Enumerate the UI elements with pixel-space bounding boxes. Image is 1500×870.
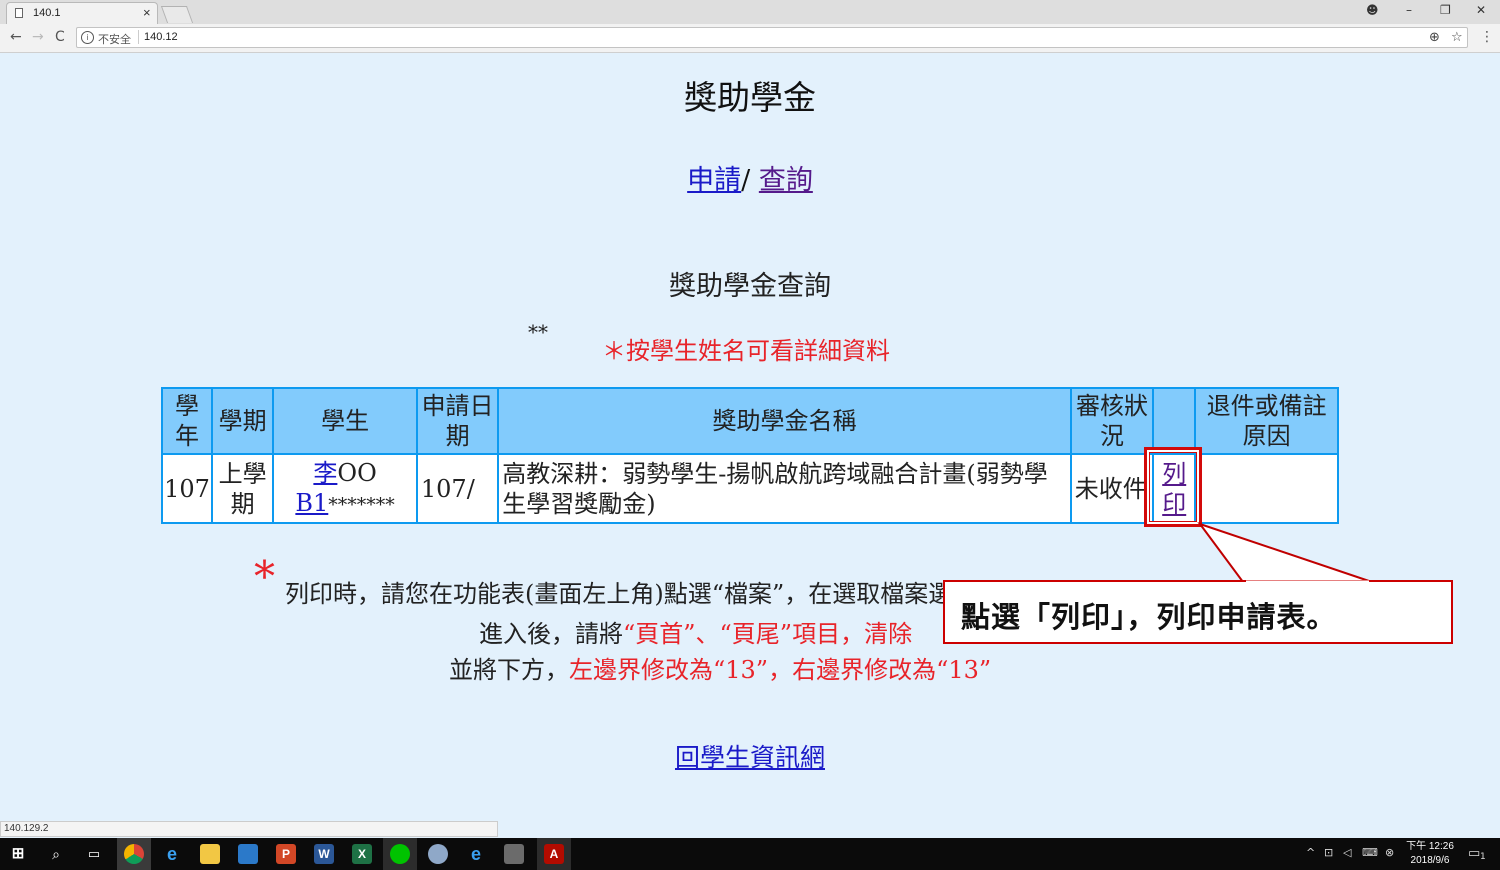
zoom-icon[interactable]: ⊕ [1429, 30, 1440, 45]
header-apply-date: 申請日期 [417, 389, 498, 453]
tab-title: 140.1 [33, 7, 61, 19]
word-icon[interactable]: W [314, 844, 334, 864]
clock-date: 2018/9/6 [1410, 855, 1450, 866]
status-url: 140.129.2 [0, 821, 498, 837]
cell-apply-date: 107/ [417, 455, 498, 522]
new-tab-button[interactable] [160, 6, 194, 23]
restore-icon[interactable]: ❐ [1440, 3, 1451, 17]
callout-box: 點選「列印」，列印申請表。 [943, 580, 1453, 644]
print-highlight-box [1144, 447, 1202, 527]
taskbar: ⊞ ⌕ ▭ e P W X e A ^ ⊡ ◁ ⌨ ⊗ 下午 12:26 201… [0, 838, 1500, 870]
line-icon[interactable] [390, 844, 410, 864]
header-action [1154, 389, 1195, 453]
page-title: 獎助學金 [684, 78, 816, 117]
task-view-icon[interactable]: ▭ [84, 844, 104, 864]
student-given-name: OO [337, 458, 377, 487]
student-name-link[interactable]: 李 [313, 459, 337, 487]
url-text[interactable]: 140.12 [144, 31, 178, 43]
apply-link[interactable]: 申請 [687, 165, 741, 196]
print-note-line3-lead: 並將下方， [449, 656, 569, 684]
remote-desktop-icon[interactable] [238, 844, 258, 864]
info-icon[interactable]: i [81, 31, 94, 44]
bookmark-star-icon[interactable]: ☆ [1451, 30, 1463, 45]
tray-chevron-icon[interactable]: ^ [1306, 846, 1315, 859]
insecure-label: 不安全 [98, 34, 131, 46]
browser-menu-icon[interactable]: ⋮ [1480, 29, 1494, 45]
acrobat-icon[interactable]: A [544, 844, 564, 864]
clock-time: 下午 12:26 [1406, 841, 1454, 852]
ie-icon[interactable]: e [466, 844, 486, 864]
header-student: 學生 [274, 389, 416, 453]
reload-icon[interactable]: C [55, 29, 65, 45]
notification-count: 1 [1480, 852, 1486, 862]
cell-semester: 上學期 [213, 455, 273, 522]
cell-student: 李OO B1******* [274, 455, 416, 522]
minimize-icon[interactable]: – [1406, 3, 1412, 17]
tray-close-icon[interactable]: ⊗ [1385, 846, 1394, 859]
cell-remarks [1196, 455, 1337, 522]
back-to-portal-link[interactable]: 回學生資訊網 [675, 743, 825, 772]
section-title: 獎助學金查詢 [669, 271, 831, 302]
cell-review-status: 未收件 [1071, 455, 1153, 522]
back-to-portal: 回學生資訊網 [0, 738, 1500, 774]
header-remarks: 退件或備註原因 [1196, 389, 1337, 453]
app-icon[interactable] [504, 844, 524, 864]
back-icon[interactable]: ← [10, 29, 22, 45]
start-icon[interactable]: ⊞ [8, 844, 28, 864]
forward-icon[interactable]: → [32, 29, 44, 45]
cell-year: 107 [163, 455, 212, 522]
edge-icon[interactable]: e [162, 844, 182, 864]
stars-text: ** [528, 320, 548, 344]
browser-tab[interactable]: 140.1 × [6, 2, 158, 24]
student-id-mask: ******* [328, 493, 395, 516]
apply-query-nav: 申請/ 查詢 [0, 158, 1500, 197]
taskbar-clock[interactable]: 下午 12:26 2018/9/6 [1400, 840, 1460, 868]
address-bar[interactable]: i 不安全 140.12 ⊕ ☆ [76, 27, 1468, 48]
header-year: 學年 [163, 389, 212, 453]
close-window-icon[interactable]: ✕ [1476, 3, 1486, 17]
nav-separator: / [741, 165, 759, 196]
print-note-line3-highlight: 左邊界修改為“13”，右邊界修改為“13” [569, 656, 992, 684]
notification-icon[interactable]: ▭ [1468, 846, 1480, 861]
header-review-status: 審核狀況 [1071, 389, 1153, 453]
table-header-row: 學年 學期 學生 申請日期 獎助學金名稱 審核狀況 退件或備註原因 [163, 389, 1337, 453]
page-icon [15, 8, 23, 18]
tray-volume-icon[interactable]: ◁ [1343, 846, 1351, 859]
account-icon[interactable]: ☻ [1366, 3, 1379, 17]
address-separator [138, 30, 139, 44]
note-star: * [254, 552, 275, 601]
print-note-line2: 進入後，請將“頁首”、“頁尾”項目，清除 [479, 614, 912, 649]
header-semester: 學期 [213, 389, 273, 453]
browser-toolbar: ← → C i 不安全 140.12 ⊕ ☆ ⋮ [0, 24, 1500, 53]
print-note-line2-lead: 進入後，請將 [479, 620, 623, 648]
tab-strip: 140.1 × ☻ – ❐ ✕ [0, 0, 1500, 24]
print-note-line3: 並將下方，左邊界修改為“13”，右邊界修改為“13” [449, 650, 991, 685]
query-link[interactable]: 查詢 [759, 165, 813, 196]
tray-keyboard-icon[interactable]: ⌨ [1362, 846, 1378, 859]
search-icon[interactable]: ⌕ [46, 844, 66, 864]
student-id-link[interactable]: B1 [295, 489, 328, 517]
header-scholarship-name: 獎助學金名稱 [499, 389, 1070, 453]
tray-network-icon[interactable]: ⊡ [1324, 846, 1333, 859]
file-explorer-icon[interactable] [200, 844, 220, 864]
powerpoint-icon[interactable]: P [276, 844, 296, 864]
tab-close-icon[interactable]: × [143, 5, 151, 20]
chrome-icon[interactable] [124, 844, 144, 864]
print-note-line2-highlight: “頁首”、“頁尾”項目，清除 [623, 620, 913, 648]
excel-icon[interactable]: X [352, 844, 372, 864]
student-name-hint: ＊按學生姓名可看詳細資料 [602, 337, 890, 365]
cell-scholarship-name: 高教深耕：弱勢學生-揚帆啟航跨域融合計畫(弱勢學生學習獎勵金) [499, 455, 1070, 522]
network-icon[interactable] [428, 844, 448, 864]
